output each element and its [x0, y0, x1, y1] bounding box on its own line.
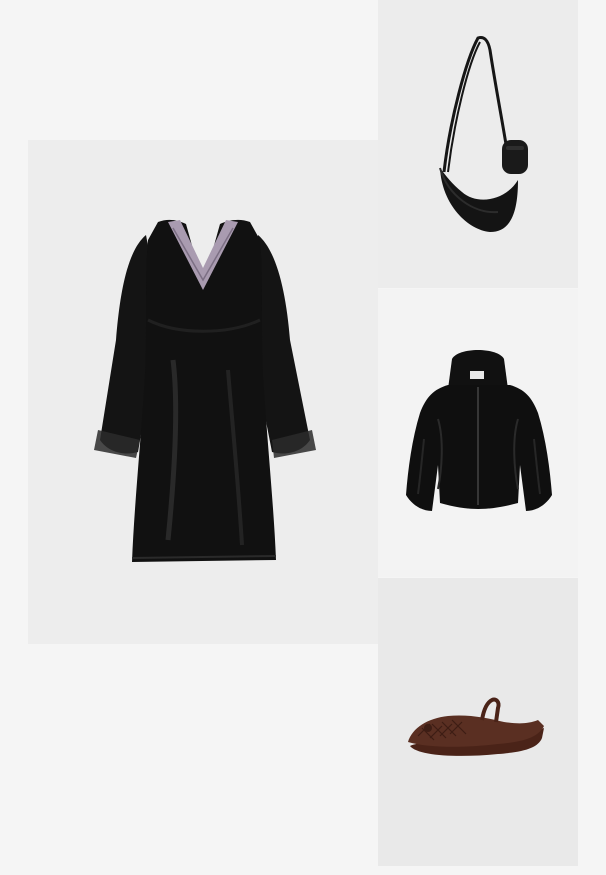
ballet-flat-shoe-image [408, 697, 544, 756]
crescent-crossbody-bag-image [439, 36, 528, 232]
product-tile-dress[interactable] [28, 140, 378, 644]
satin-lace-dress-image [94, 219, 316, 563]
outfit-collage [0, 0, 606, 875]
product-tile-bag[interactable] [378, 0, 578, 288]
product-tile-shoe[interactable] [378, 578, 578, 866]
faux-fur-hooded-jacket-image [406, 350, 552, 511]
product-tile-jacket[interactable] [378, 289, 578, 577]
